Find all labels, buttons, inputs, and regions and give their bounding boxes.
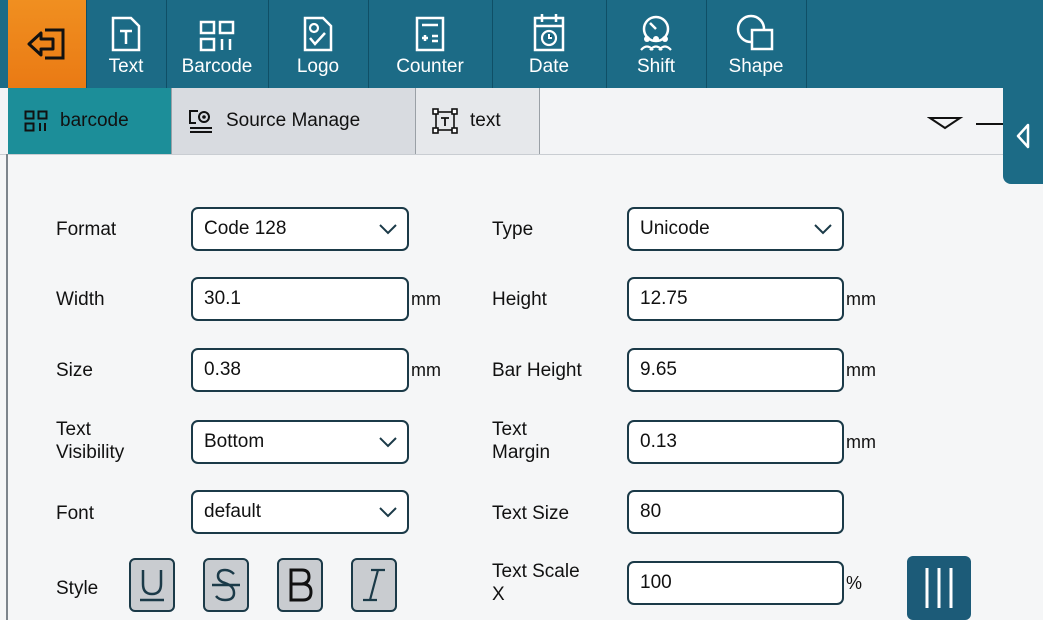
text-scale-x-label-line1: Text Scale — [492, 561, 580, 582]
text-margin-value: 0.13 — [640, 431, 677, 452]
toolbar-counter-label: Counter — [396, 56, 464, 77]
bold-icon — [289, 568, 313, 602]
text-size-label: Text Size — [492, 503, 570, 524]
font-select[interactable]: default — [191, 490, 409, 534]
width-unit: mm — [411, 289, 441, 309]
bar-height-value: 9.65 — [640, 359, 677, 380]
underline-icon — [140, 570, 164, 602]
toolbar-barcode-label: Barcode — [181, 56, 253, 77]
chevron-down-icon — [814, 224, 832, 235]
chevron-down-icon — [379, 507, 397, 518]
top-toolbar: Text Barcode Logo Counter Date Shift Sha… — [0, 0, 1043, 88]
type-value: Unicode — [640, 218, 710, 239]
bar-height-input[interactable]: 9.65 — [627, 348, 844, 392]
format-select[interactable]: Code 128 — [191, 207, 409, 251]
style-label: Style — [56, 578, 99, 599]
toolbar-text-button[interactable]: Text — [86, 0, 167, 88]
toolbar-logo-label: Logo — [296, 56, 340, 77]
text-scale-x-label: Text Scale X — [492, 560, 580, 606]
tab-barcode-label: barcode — [60, 110, 129, 131]
height-unit: mm — [846, 289, 876, 309]
tab-text-label: text — [470, 110, 501, 131]
toolbar-barcode-button[interactable]: Barcode — [166, 0, 269, 88]
text-icon — [111, 16, 141, 52]
type-label: Type — [492, 219, 534, 240]
text-visibility-select[interactable]: Bottom — [191, 420, 409, 464]
tabs-row: barcode Source Manage text — [0, 88, 1043, 155]
italic-icon — [363, 568, 385, 602]
tab-text[interactable]: text — [416, 88, 540, 154]
size-unit: mm — [411, 360, 441, 380]
toolbar-shift-button[interactable]: Shift — [606, 0, 707, 88]
more-options-button[interactable] — [907, 556, 971, 620]
bar-height-label: Bar Height — [492, 360, 582, 381]
text-scale-x-value: 100 — [640, 572, 672, 593]
toolbar-empty-area — [806, 0, 1043, 88]
text-margin-unit: mm — [846, 432, 876, 452]
text-visibility-label-line2: Visibility — [56, 442, 125, 463]
format-label: Format — [56, 219, 117, 240]
barcode-icon — [199, 20, 235, 52]
chevron-down-icon — [379, 437, 397, 448]
shift-icon — [640, 15, 672, 51]
text-scale-x-label-line2: X — [492, 584, 505, 605]
size-value: 0.38 — [204, 359, 241, 380]
size-input[interactable]: 0.38 — [191, 348, 409, 392]
text-size-value: 80 — [640, 501, 662, 522]
tab-source-manage[interactable]: Source Manage — [172, 88, 416, 154]
width-value: 30.1 — [204, 288, 241, 309]
strikethrough-icon — [212, 568, 240, 602]
width-input[interactable]: 30.1 — [191, 277, 409, 321]
tab-barcode[interactable]: barcode — [8, 88, 172, 154]
toolbar-date-label: Date — [528, 56, 570, 77]
text-margin-label-line1: Text — [492, 419, 527, 440]
text-visibility-label-line1: Text — [56, 419, 91, 440]
barcode-icon — [24, 110, 48, 132]
type-select[interactable]: Unicode — [627, 207, 844, 251]
text-size-input[interactable]: 80 — [627, 490, 844, 534]
strikethrough-button[interactable] — [203, 558, 249, 612]
toolbar-shift-label: Shift — [636, 56, 676, 77]
side-panel-handle[interactable] — [1003, 88, 1043, 184]
toolbar-shape-label: Shape — [728, 56, 784, 77]
shape-icon — [736, 14, 774, 51]
text-scale-x-input[interactable]: 100 — [627, 561, 844, 605]
date-icon — [533, 14, 565, 52]
font-label: Font — [56, 503, 95, 524]
counter-icon — [415, 16, 445, 52]
text-margin-label-line2: Margin — [492, 442, 551, 463]
back-button[interactable] — [8, 0, 87, 88]
toolbar-logo-button[interactable]: Logo — [268, 0, 369, 88]
height-input[interactable]: 12.75 — [627, 277, 844, 321]
toolbar-date-button[interactable]: Date — [492, 0, 607, 88]
toolbar-text-label: Text — [108, 56, 144, 77]
exit-icon — [27, 28, 65, 60]
font-value: default — [204, 501, 262, 522]
text-frame-icon — [432, 108, 458, 134]
height-label: Height — [492, 289, 547, 310]
toolbar-counter-button[interactable]: Counter — [368, 0, 493, 88]
size-label: Size — [56, 360, 93, 381]
format-value: Code 128 — [204, 218, 287, 239]
source-manage-icon — [189, 110, 212, 133]
width-label: Width — [56, 289, 105, 310]
tab-source-manage-label: Source Manage — [226, 110, 361, 131]
toolbar-shape-button[interactable]: Shape — [706, 0, 807, 88]
text-visibility-label: Text Visibility — [56, 418, 124, 464]
text-margin-label: Text Margin — [492, 418, 550, 464]
height-value: 12.75 — [640, 288, 688, 309]
bar-height-unit: mm — [846, 360, 876, 380]
logo-icon — [303, 16, 333, 52]
vertical-bars-icon — [925, 568, 953, 608]
text-margin-input[interactable]: 0.13 — [627, 420, 844, 464]
chevron-down-icon — [379, 224, 397, 235]
italic-button[interactable] — [351, 558, 397, 612]
bold-button[interactable] — [277, 558, 323, 612]
collapse-toggle-icon[interactable] — [927, 114, 1003, 134]
chevron-left-icon — [1016, 123, 1030, 149]
underline-button[interactable] — [129, 558, 175, 612]
text-scale-x-unit: % — [846, 573, 863, 593]
left-border — [6, 154, 8, 620]
text-visibility-value: Bottom — [204, 431, 265, 452]
